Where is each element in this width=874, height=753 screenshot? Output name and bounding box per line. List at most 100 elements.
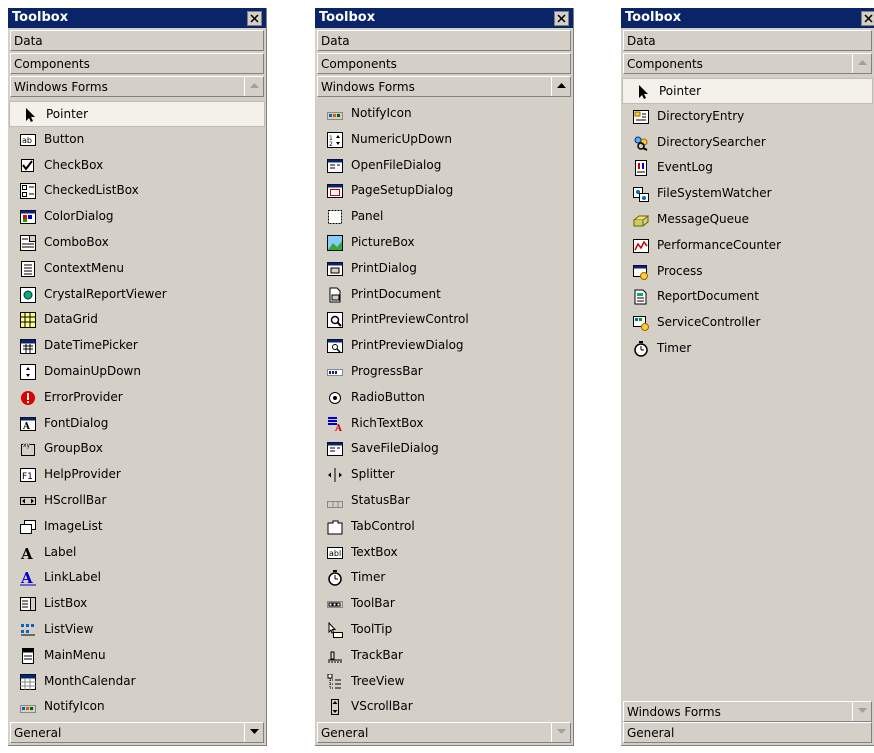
- close-button[interactable]: [554, 11, 569, 26]
- scroll-up-button[interactable]: [852, 54, 871, 73]
- item-label: EventLog: [657, 160, 713, 175]
- list-item[interactable]: HScrollBar: [8, 488, 266, 514]
- list-item[interactable]: Process: [621, 259, 874, 285]
- list-item[interactable]: ToolTip: [315, 617, 573, 643]
- list-item[interactable]: MessageQueue: [621, 207, 874, 233]
- list-item[interactable]: ServiceController: [621, 310, 874, 336]
- tab-windows-forms[interactable]: Windows Forms: [317, 76, 571, 97]
- list-item[interactable]: abl TextBox: [315, 540, 573, 566]
- tab-data[interactable]: Data: [317, 30, 571, 51]
- close-button[interactable]: [861, 11, 874, 26]
- list-item[interactable]: A RichTextBox: [315, 411, 573, 437]
- item-label: Panel: [351, 209, 384, 224]
- list-item[interactable]: ToolBar: [315, 591, 573, 617]
- list-item[interactable]: ErrorProvider: [8, 385, 266, 411]
- eventlog-icon: [633, 160, 649, 177]
- list-item[interactable]: A LinkLabel: [8, 565, 266, 591]
- tab-label: General: [627, 726, 675, 740]
- list-item[interactable]: xy GroupBox: [8, 436, 266, 462]
- list-item[interactable]: OpenFileDialog: [315, 153, 573, 179]
- list-item[interactable]: PrintPreviewDialog: [315, 333, 573, 359]
- list-item[interactable]: SaveFileDialog: [315, 436, 573, 462]
- list-item[interactable]: ImageList: [8, 514, 266, 540]
- openfiledialog-icon: [327, 158, 343, 174]
- list-item[interactable]: CheckedListBox: [8, 178, 266, 204]
- list-item[interactable]: F1 HelpProvider: [8, 462, 266, 488]
- list-item[interactable]: ContextMenu: [8, 256, 266, 282]
- arrow-down-icon: [556, 729, 566, 734]
- numericupdown-icon: 12: [327, 131, 343, 148]
- tab-components[interactable]: Components: [10, 53, 264, 74]
- colordialog-icon: [20, 209, 36, 225]
- list-item[interactable]: DomainUpDown: [8, 359, 266, 385]
- tab-general[interactable]: General: [10, 722, 264, 743]
- list-item[interactable]: DirectorySearcher: [621, 130, 874, 156]
- list-item[interactable]: ProgressBar: [315, 359, 573, 385]
- list-item[interactable]: TrackBar: [315, 643, 573, 669]
- list-item[interactable]: ListView: [8, 617, 266, 643]
- list-item[interactable]: ComboBox: [8, 230, 266, 256]
- list-item[interactable]: NotifyIcon: [8, 694, 266, 720]
- tab-data[interactable]: Data: [10, 30, 264, 51]
- scroll-down-button[interactable]: [852, 702, 871, 721]
- list-item[interactable]: Timer: [315, 565, 573, 591]
- list-item[interactable]: PictureBox: [315, 230, 573, 256]
- list-item[interactable]: CrystalReportViewer: [8, 282, 266, 308]
- list-item[interactable]: Timer: [621, 336, 874, 362]
- list-item[interactable]: 1 2 NumericUpDown: [315, 127, 573, 153]
- contextmenu-icon: [20, 260, 36, 277]
- list-item[interactable]: PerformanceCounter: [621, 233, 874, 259]
- tab-general[interactable]: General: [623, 722, 872, 743]
- timer-icon: [633, 340, 649, 357]
- list-item[interactable]: Splitter: [315, 462, 573, 488]
- checkbox-icon: [20, 158, 36, 174]
- list-item[interactable]: ColorDialog: [8, 204, 266, 230]
- list-item[interactable]: A Label: [8, 540, 266, 566]
- item-label: RadioButton: [351, 389, 425, 404]
- list-item[interactable]: TabControl: [315, 514, 573, 540]
- picturebox-icon: [327, 234, 343, 251]
- timer-icon: [327, 570, 343, 587]
- list-item[interactable]: EventLog: [621, 155, 874, 181]
- list-item[interactable]: ab Button: [8, 127, 266, 153]
- tab-windows-forms[interactable]: Windows Forms: [10, 76, 264, 97]
- list-item[interactable]: MainMenu: [8, 643, 266, 669]
- button-icon: ab: [20, 132, 36, 148]
- tab-data[interactable]: Data: [623, 30, 872, 51]
- bottom-tabs: Windows Forms General: [621, 701, 874, 745]
- list-item[interactable]: TreeView: [315, 669, 573, 695]
- list-item[interactable]: Pointer: [9, 101, 265, 127]
- list-item[interactable]: DataGrid: [8, 307, 266, 333]
- scroll-down-button[interactable]: [244, 723, 263, 742]
- scroll-up-button[interactable]: [244, 77, 263, 96]
- list-item[interactable]: StatusBar: [315, 488, 573, 514]
- list-item[interactable]: ReportDocument: [621, 284, 874, 310]
- list-item[interactable]: ListBox: [8, 591, 266, 617]
- list-item[interactable]: CheckBox: [8, 153, 266, 179]
- tab-windows-forms[interactable]: Windows Forms: [623, 701, 872, 722]
- scroll-down-button[interactable]: [551, 723, 570, 742]
- list-item[interactable]: PageSetupDialog: [315, 178, 573, 204]
- item-label: Label: [44, 544, 77, 559]
- list-item[interactable]: DirectoryEntry: [621, 104, 874, 130]
- tab-label: Components: [14, 57, 90, 71]
- list-item[interactable]: DateTimePicker: [8, 333, 266, 359]
- scroll-up-button[interactable]: [551, 77, 570, 96]
- list-item[interactable]: A FontDialog: [8, 411, 266, 437]
- list-item[interactable]: FileSystemWatcher: [621, 181, 874, 207]
- close-button[interactable]: [247, 11, 262, 26]
- list-item[interactable]: PrintDialog: [315, 256, 573, 282]
- list-item[interactable]: PrintPreviewControl: [315, 307, 573, 333]
- list-item[interactable]: Pointer: [622, 78, 873, 104]
- list-item[interactable]: NotifyIcon: [315, 101, 573, 127]
- list-item[interactable]: PrintDocument: [315, 282, 573, 308]
- item-label: HScrollBar: [44, 492, 107, 507]
- list-item[interactable]: RadioButton: [315, 385, 573, 411]
- tab-components[interactable]: Components: [623, 53, 872, 74]
- list-item[interactable]: MonthCalendar: [8, 669, 266, 695]
- list-item[interactable]: VScrollBar: [315, 694, 573, 720]
- tab-general[interactable]: General: [317, 722, 571, 743]
- hscrollbar-icon: [20, 493, 36, 509]
- list-item[interactable]: Panel: [315, 204, 573, 230]
- tab-components[interactable]: Components: [317, 53, 571, 74]
